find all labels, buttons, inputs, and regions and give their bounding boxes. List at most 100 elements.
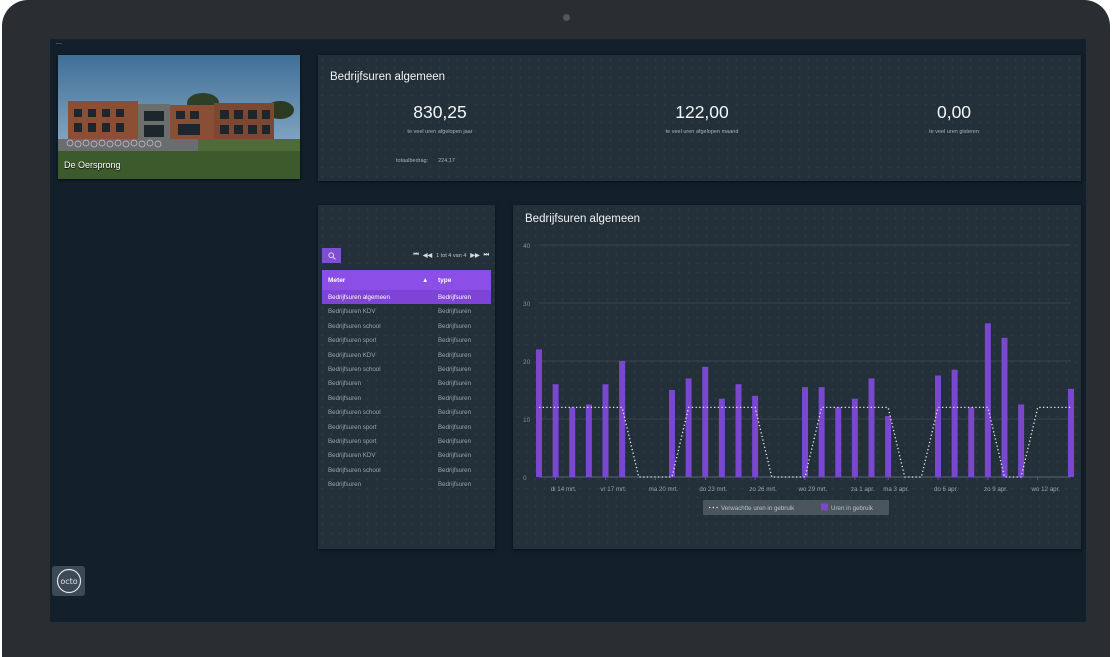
bar <box>984 323 991 477</box>
x-tick-label: za 1 apr. <box>851 486 875 493</box>
kpi-month: 122,00 te veel uren afgelopen maand <box>592 102 812 135</box>
table-row[interactable]: Bedrijfsuren Bedrijfsuren <box>322 477 491 491</box>
pager-prev-button[interactable]: ◀◀ <box>423 252 432 259</box>
meter-cell: Bedrijfsuren algemeen <box>328 294 390 301</box>
chart-panel: Bedrijfsuren algemeen 0 10 20 30 40 di 14 mrt… <box>513 205 1081 549</box>
bar <box>619 361 626 477</box>
x-tick-label: wo 12 apr. <box>1030 486 1060 493</box>
kpi-yesterday-label: te veel uren gisteren <box>929 129 979 135</box>
type-cell: Bedrijfsuren <box>438 409 472 417</box>
meter-cell: Bedrijfsuren KDV <box>328 452 376 460</box>
table-row[interactable]: Bedrijfsuren KDV Bedrijfsuren <box>322 448 491 462</box>
pager-first-button[interactable]: ⏮ <box>413 252 418 259</box>
pager-next-button[interactable]: ▶▶ <box>470 252 479 259</box>
table-row[interactable]: Bedrijfsuren KDV Bedrijfsuren <box>322 304 491 318</box>
type-cell: Bedrijfsuren <box>438 394 472 402</box>
bar <box>536 349 542 477</box>
bar <box>802 387 808 477</box>
type-cell: Bedrijfsuren <box>438 351 472 359</box>
bar <box>968 407 975 477</box>
usage-chart: 0 10 20 30 40 di 14 mrt. vr 17 mrt. ma 20 mrt. d… <box>523 243 1074 515</box>
bar <box>602 384 609 477</box>
table-row[interactable]: Bedrijfsuren KDV Bedrijfsuren <box>322 348 491 362</box>
table-row[interactable]: Bedrijfsuren school Bedrijfsuren <box>322 362 491 376</box>
laptop-frame: De Oersprong Bedrijfsuren algemeen 830,2… <box>2 0 1110 657</box>
meter-cell: Bedrijfsuren KDV <box>328 351 376 359</box>
bar <box>585 404 592 477</box>
type-cell: Bedrijfsuren <box>438 308 472 316</box>
octo-logo-text: octo <box>60 577 77 586</box>
bar <box>835 407 842 477</box>
bar <box>868 378 875 477</box>
bar <box>718 398 725 477</box>
pager: ⏮ ◀◀ 1 tot 4 van 4 ▶▶ ⏭ <box>413 252 489 259</box>
type-cell: Bedrijfsuren <box>438 481 472 489</box>
x-tick-label: do 23 mrt. <box>699 486 727 493</box>
search-button[interactable] <box>322 248 341 263</box>
legend-usage-swatch <box>821 503 828 511</box>
y-tick-label: 40 <box>523 243 531 250</box>
meter-cell: Bedrijfsuren sport <box>328 423 377 431</box>
kpi-total: totaalbedrag: 224,17 <box>396 158 455 164</box>
bar <box>1068 388 1074 477</box>
bar <box>885 416 892 477</box>
meter-cell: Bedrijfsuren KDV <box>328 308 376 316</box>
table-row[interactable]: Bedrijfsuren sport Bedrijfsuren <box>322 333 491 347</box>
kpi-month-label: te veel uren afgelopen maand <box>665 129 739 135</box>
kpi-month-value: 122,00 <box>675 102 729 122</box>
y-tick-label: 10 <box>523 417 531 424</box>
x-tick-label: ma 3 apr. <box>883 486 909 493</box>
dashboard-screen: De Oersprong Bedrijfsuren algemeen 830,2… <box>50 39 1086 622</box>
x-tick-label: do 6 apr. <box>934 486 958 493</box>
type-cell: Bedrijfsuren <box>438 466 472 474</box>
table-row[interactable]: Bedrijfsuren algemeen Bedrijfsuren <box>322 290 491 305</box>
meter-cell: Bedrijfsuren school <box>328 466 381 474</box>
table-row[interactable]: Bedrijfsuren school Bedrijfsuren <box>322 405 491 419</box>
meter-cell: Bedrijfsuren school <box>328 409 381 417</box>
table-row[interactable]: Bedrijfsuren Bedrijfsuren <box>322 376 491 390</box>
y-tick-label: 30 <box>523 301 531 308</box>
meter-cell: Bedrijfsuren <box>328 481 362 489</box>
kpi-title: Bedrijfsuren algemeen <box>330 71 446 83</box>
meter-cell: Bedrijfsuren sport <box>328 437 377 445</box>
meter-table-body: Bedrijfsuren algemeen Bedrijfsuren Bedrijf… <box>322 290 491 491</box>
column-header-type[interactable]: type <box>438 277 451 284</box>
meter-cell: Bedrijfsuren school <box>328 322 381 330</box>
meter-cell: Bedrijfsuren sport <box>328 337 377 345</box>
bar <box>552 384 559 477</box>
column-header-meter[interactable]: Meter <box>328 277 345 284</box>
y-tick-label: 0 <box>523 475 527 482</box>
table-row[interactable]: Bedrijfsuren school Bedrijfsuren <box>322 463 491 477</box>
x-tick-label: ma 20 mrt. <box>649 486 679 493</box>
table-row[interactable]: Bedrijfsuren sport Bedrijfsuren <box>322 420 491 434</box>
kpi-yesterday-value: 0,00 <box>936 102 972 122</box>
table-row[interactable]: Bedrijfsuren Bedrijfsuren <box>322 391 491 405</box>
camera-icon <box>563 14 570 21</box>
pager-last-button[interactable]: ⏭ <box>484 252 489 259</box>
kpi-year: 830,25 te veel uren afgelopen jaar <box>330 102 550 135</box>
search-icon <box>327 251 336 260</box>
table-row[interactable]: Bedrijfsuren school Bedrijfsuren <box>322 319 491 333</box>
kpi-yesterday: 0,00 te veel uren gisteren <box>844 102 1064 135</box>
sort-asc-icon[interactable]: ▲ <box>422 277 428 284</box>
y-tick-label: 20 <box>523 359 531 366</box>
bar <box>818 387 825 477</box>
type-cell: Bedrijfsuren <box>438 337 472 345</box>
octo-logo-icon: octo <box>56 568 81 594</box>
kpi-year-value: 830,25 <box>413 102 467 122</box>
bar <box>735 384 742 477</box>
kpi-year-label: te veel uren afgelopen jaar <box>407 129 473 135</box>
meter-cell: Bedrijfsuren school <box>328 365 381 373</box>
legend-expected-label: Verwachtte uren in gebruik <box>721 505 795 512</box>
bar <box>669 390 675 477</box>
bar <box>951 369 958 477</box>
type-cell: Bedrijfsuren <box>438 380 472 388</box>
site-photo-tile[interactable]: De Oersprong <box>58 55 300 179</box>
type-cell: Bedrijfsuren <box>438 452 472 460</box>
kpi-total-value: 224,17 <box>438 158 455 164</box>
table-row[interactable]: Bedrijfsuren sport Bedrijfsuren <box>322 434 491 448</box>
type-cell: Bedrijfsuren <box>438 423 472 431</box>
kpi-total-label: totaalbedrag: <box>396 158 429 164</box>
x-tick-label: di 14 mrt. <box>551 486 577 493</box>
x-tick-label: wo 29 mrt. <box>798 486 828 493</box>
